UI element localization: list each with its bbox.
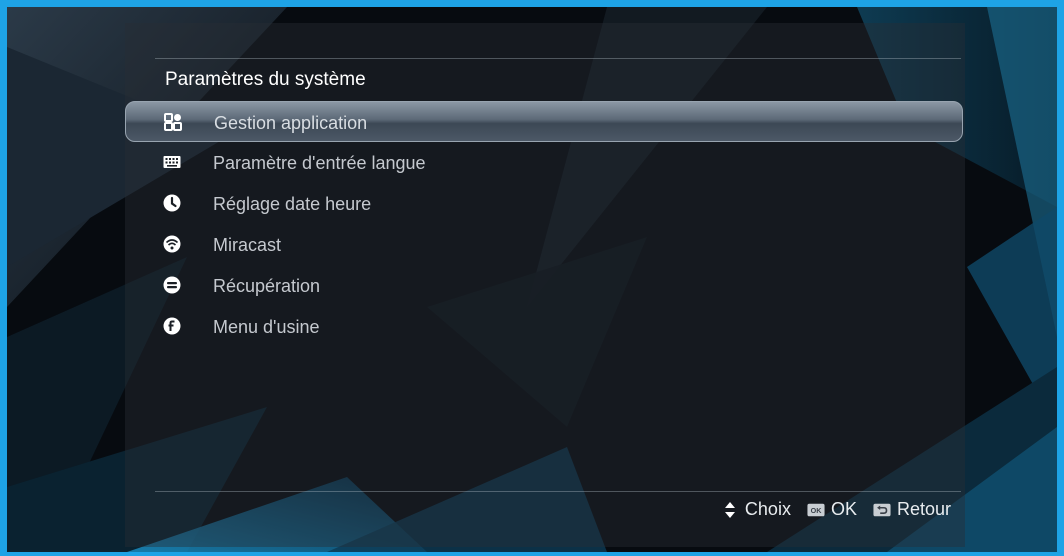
choice-hint: Choix	[744, 499, 791, 519]
wifi-icon	[163, 235, 181, 253]
menu-item-label: Miracast	[213, 235, 282, 255]
back-hint: Retour	[896, 499, 951, 519]
menu-item-label: Récupération	[213, 276, 321, 296]
menu-item-recovery[interactable]: Récupération	[125, 265, 963, 306]
apps-grid-icon	[164, 113, 182, 131]
page-title: Paramètres du système	[165, 69, 366, 90]
menu-item-label: Menu d'usine	[213, 317, 320, 337]
restore-icon	[163, 276, 181, 294]
clock-icon	[163, 194, 181, 212]
settings-panel: Paramètres du système Gestion applicatio…	[125, 23, 965, 547]
menu-item-miracast[interactable]: Miracast	[125, 224, 963, 265]
footer-hints: Choix OK OK Retour	[721, 499, 951, 520]
up-down-arrows-icon	[724, 501, 735, 518]
ok-hint: OK	[830, 499, 857, 519]
menu-item-label: Réglage date heure	[213, 194, 372, 214]
svg-text:OK: OK	[811, 506, 823, 515]
top-divider	[155, 58, 961, 59]
menu-item-label: Paramètre d'entrée langue	[213, 153, 426, 173]
ok-key-icon: OK	[807, 503, 825, 516]
back-key-icon	[873, 503, 891, 516]
menu-item-date-time[interactable]: Réglage date heure	[125, 183, 963, 224]
settings-menu: Gestion application Paramètre d'entrée l…	[125, 101, 963, 347]
factory-icon	[163, 317, 181, 335]
screen-frame: Paramètres du système Gestion applicatio…	[0, 0, 1064, 556]
menu-item-language-input[interactable]: Paramètre d'entrée langue	[125, 142, 963, 183]
menu-item-label: Gestion application	[214, 113, 368, 133]
bottom-divider	[155, 491, 961, 492]
menu-item-factory-menu[interactable]: Menu d'usine	[125, 306, 963, 347]
keyboard-icon	[163, 156, 181, 168]
menu-item-application-management[interactable]: Gestion application	[125, 101, 963, 142]
